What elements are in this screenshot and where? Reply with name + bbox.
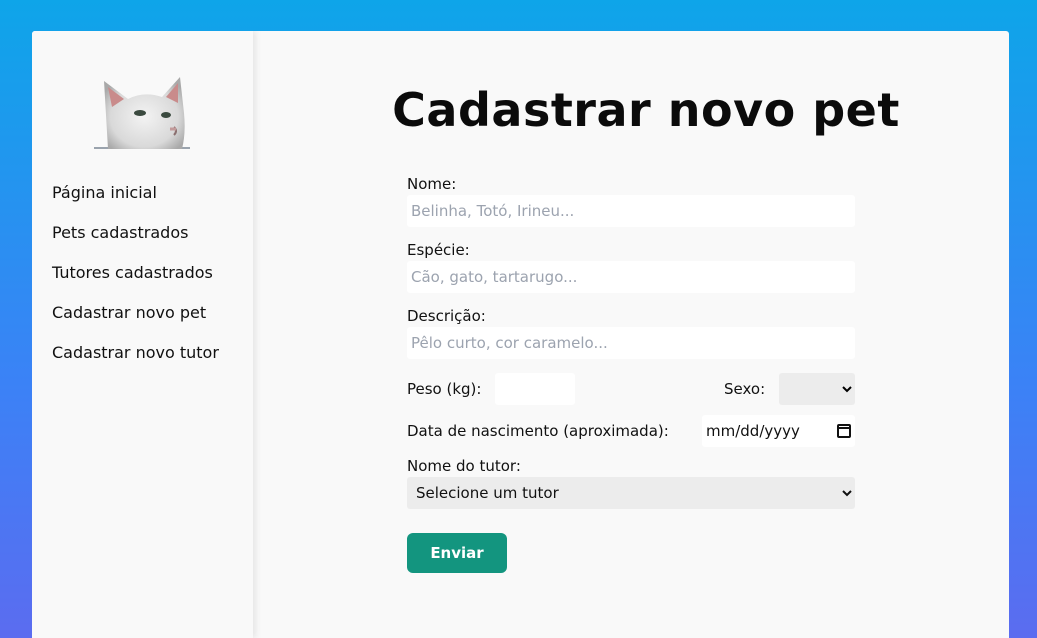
especie-input[interactable] <box>407 261 855 293</box>
nav-link-cadastrar-tutor[interactable]: Cadastrar novo tutor <box>52 341 219 365</box>
field-group-especie: Espécie: <box>407 241 855 293</box>
nascimento-date-input[interactable]: mm/dd/yyyy <box>702 415 855 447</box>
pet-form: Nome: Espécie: Descrição: Peso (kg): Sex… <box>407 175 855 573</box>
sidebar-item-pets: Pets cadastrados <box>52 221 219 261</box>
tutor-select[interactable]: Selecione um tutor <box>407 477 855 509</box>
nav-link-pets-cadastrados[interactable]: Pets cadastrados <box>52 221 219 245</box>
nav-link-tutores-cadastrados[interactable]: Tutores cadastrados <box>52 261 219 285</box>
nascimento-row: Data de nascimento (aproximada): mm/dd/y… <box>407 415 855 447</box>
field-group-nome: Nome: <box>407 175 855 227</box>
nome-label: Nome: <box>407 175 457 193</box>
peso-sexo-row: Peso (kg): Sexo: <box>407 373 855 405</box>
peso-input[interactable] <box>495 373 575 405</box>
sidebar: Página inicial Pets cadastrados Tutores … <box>32 31 253 638</box>
especie-label: Espécie: <box>407 241 470 259</box>
cat-logo-image <box>104 77 185 149</box>
nav-link-cadastrar-pet[interactable]: Cadastrar novo pet <box>52 301 219 325</box>
descricao-input[interactable] <box>407 327 855 359</box>
nascimento-label: Data de nascimento (aproximada): <box>407 422 669 440</box>
date-placeholder: mm/dd/yyyy <box>706 422 800 440</box>
sexo-select[interactable] <box>779 373 855 405</box>
page-title: Cadastrar novo pet <box>392 83 900 137</box>
cat-logo[interactable] <box>94 73 190 149</box>
sidebar-item-novo-tutor: Cadastrar novo tutor <box>52 341 219 381</box>
descricao-label: Descrição: <box>407 307 486 325</box>
sidebar-item-pagina-inicial: Página inicial <box>52 181 219 221</box>
sexo-label: Sexo: <box>724 380 766 398</box>
sidebar-item-tutores: Tutores cadastrados <box>52 261 219 301</box>
submit-button[interactable]: Enviar <box>407 533 507 573</box>
peso-label: Peso (kg): <box>407 380 482 398</box>
sidebar-nav: Página inicial Pets cadastrados Tutores … <box>52 181 219 381</box>
nav-link-pagina-inicial[interactable]: Página inicial <box>52 181 219 205</box>
field-group-tutor: Nome do tutor: Selecione um tutor <box>407 457 855 509</box>
field-group-descricao: Descrição: <box>407 307 855 359</box>
app-container: Página inicial Pets cadastrados Tutores … <box>32 31 1009 638</box>
calendar-icon[interactable] <box>837 424 851 438</box>
nome-input[interactable] <box>407 195 855 227</box>
tutor-label: Nome do tutor: <box>407 457 521 475</box>
main-content: Cadastrar novo pet Nome: Espécie: Descri… <box>253 31 1009 638</box>
sidebar-item-novo-pet: Cadastrar novo pet <box>52 301 219 341</box>
